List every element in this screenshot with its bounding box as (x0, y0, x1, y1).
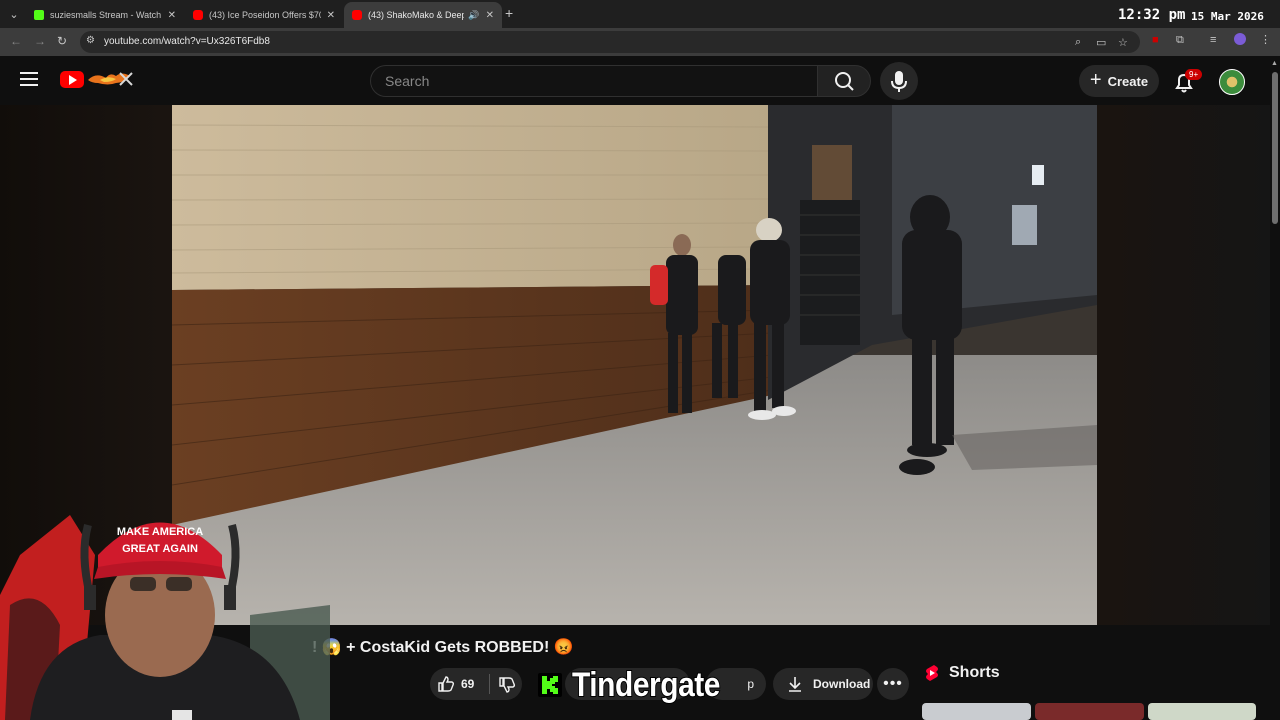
account-avatar[interactable] (1219, 69, 1245, 95)
download-label: Download (813, 677, 871, 691)
shorts-thumbnail[interactable] (1035, 703, 1144, 720)
menu-icon[interactable] (20, 72, 38, 86)
cast-icon[interactable]: ▭ (1096, 36, 1106, 49)
forward-arrow-icon[interactable]: → (34, 34, 46, 48)
shorts-shelf-header[interactable]: Shorts (925, 664, 1000, 682)
system-clock: 12:32 pm (1118, 7, 1186, 23)
tab-search-chevron-icon[interactable]: ⌄ (4, 4, 24, 24)
site-info-icon[interactable]: ⚙ (86, 35, 95, 46)
thumbs-down-icon[interactable] (497, 675, 517, 695)
extensions-puzzle-icon[interactable]: ⧉ (1176, 34, 1184, 47)
search-bar (370, 65, 818, 97)
tab-audio-speaker-icon[interactable]: 🔊 (468, 10, 479, 21)
custom-logo-flame-icon[interactable] (86, 70, 134, 88)
tab-title: suziesmalls Stream - Watch Live (50, 10, 162, 20)
tab-title: (43) Ice Poseidon Offers $700K (209, 10, 321, 20)
new-tab-button[interactable]: + (505, 5, 513, 21)
like-divider (489, 674, 490, 694)
youtube-favicon-icon (352, 10, 362, 20)
shorts-icon (926, 665, 938, 681)
system-date: 15 Mar 2026 (1191, 10, 1264, 23)
browser-tab-strip: ⌄ suziesmalls Stream - Watch Live ✕ (43)… (0, 0, 1280, 28)
like-dislike-group (430, 668, 522, 700)
scroll-up-arrow-icon[interactable]: ▲ (1271, 60, 1278, 67)
more-actions-button[interactable]: ••• (877, 668, 909, 700)
stream-overlay-brand-text: Tindergate (571, 665, 721, 705)
hat-print-line-2: GREAT AGAIN (122, 543, 198, 555)
search-icon (835, 72, 854, 91)
reading-list-icon[interactable]: ≡ (1210, 34, 1216, 46)
profile-avatar-icon[interactable] (1234, 33, 1246, 45)
search-input[interactable] (385, 66, 805, 96)
browser-toolbar: ← → ↻ ⚙ youtube.com/watch?v=Ux326T6Fdb8 … (0, 28, 1280, 56)
hat-print-line-1: MAKE AMERICA (117, 526, 203, 538)
webcam-image: MAKE AMERICA GREAT AGAIN (0, 515, 330, 720)
back-arrow-icon[interactable]: ← (10, 34, 22, 48)
youtube-favicon-icon (193, 10, 203, 20)
browser-tab-shakomako[interactable]: (43) ShakoMako & Deepak 🔊 ✕ (344, 2, 502, 28)
thumbs-up-icon[interactable] (436, 674, 456, 694)
create-label: Create (1107, 73, 1149, 89)
create-button[interactable]: + Create (1079, 65, 1159, 97)
tab-title: (43) ShakoMako & Deepak (368, 10, 465, 20)
kick-logo-icon (538, 673, 562, 697)
search-button[interactable] (817, 65, 871, 97)
browser-tab-kick[interactable]: suziesmalls Stream - Watch Live ✕ (26, 2, 184, 28)
kick-favicon-icon (34, 10, 44, 20)
download-button[interactable]: Download (773, 668, 873, 700)
address-bar[interactable]: ⚙ youtube.com/watch?v=Ux326T6Fdb8 ⌕ ▭ ☆ (80, 31, 1140, 53)
reload-icon[interactable]: ↻ (57, 34, 67, 48)
tab-close-icon[interactable]: ✕ (486, 10, 494, 21)
extension-icon[interactable]: ■ (1152, 34, 1159, 46)
like-count: 69 (461, 677, 475, 691)
streamer-webcam: MAKE AMERICA GREAT AGAIN (0, 495, 330, 720)
bookmark-star-icon[interactable]: ☆ (1118, 36, 1128, 49)
voice-search-button[interactable] (880, 62, 918, 100)
notifications-badge: 9+ (1185, 69, 1203, 80)
shorts-label: Shorts (949, 664, 1000, 681)
tab-close-icon[interactable]: ✕ (327, 10, 335, 21)
download-icon (789, 677, 801, 692)
zoom-icon[interactable]: ⌕ (1075, 36, 1081, 49)
youtube-masthead: + Create 9+ (0, 56, 1280, 106)
tab-close-icon[interactable]: ✕ (168, 10, 176, 21)
page-scrollbar-thumb[interactable] (1272, 72, 1278, 224)
shorts-thumbnail[interactable] (922, 703, 1031, 720)
plus-icon: + (1089, 68, 1102, 91)
clip-label: p (747, 677, 754, 691)
microphone-icon (891, 71, 907, 92)
shorts-thumbnail[interactable] (1148, 703, 1256, 720)
browser-tab-ice-poseidon[interactable]: (43) Ice Poseidon Offers $700K ✕ (185, 2, 343, 28)
youtube-logo-icon[interactable] (60, 71, 84, 88)
video-title: ! 😱 + CostaKid Gets ROBBED! 😡 (312, 639, 574, 656)
url-text[interactable]: youtube.com/watch?v=Ux326T6Fdb8 (104, 36, 270, 47)
browser-menu-icon[interactable]: ⋮ (1260, 33, 1271, 46)
